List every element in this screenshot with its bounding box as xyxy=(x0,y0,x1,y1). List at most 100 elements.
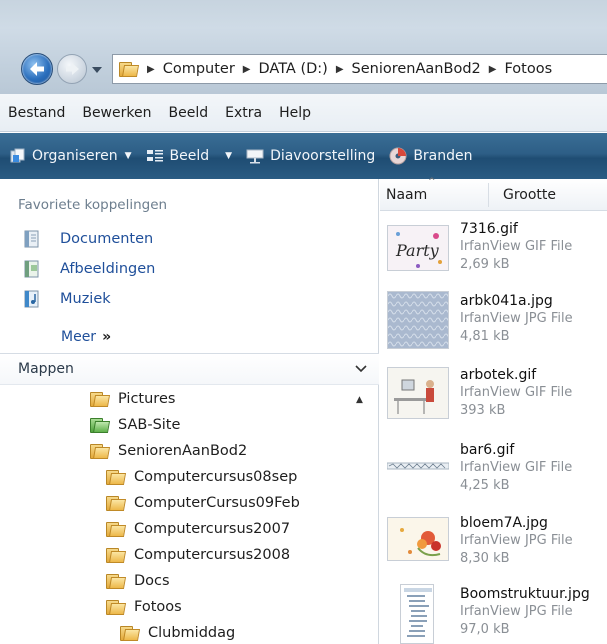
favorite-label: Afbeeldingen xyxy=(60,261,156,277)
breadcrumb-drive[interactable]: DATA (D:) xyxy=(259,61,328,77)
file-size: 4,25 kB xyxy=(460,478,510,493)
column-header-grootte[interactable]: Grootte xyxy=(503,187,556,203)
pictures-icon xyxy=(24,260,40,278)
file-type: IrfanView JPG File xyxy=(460,604,573,619)
tree-item-seniorenaanbod2[interactable]: SeniorenAanBod2 xyxy=(90,443,247,459)
tree-item-computercursus09feb[interactable]: ComputerCursus09Feb xyxy=(106,495,300,511)
tree-item-docs[interactable]: Docs xyxy=(106,573,170,589)
file-item-boomstruktuur[interactable]: Boomstruktuur.jpg IrfanView JPG File 97,… xyxy=(380,584,607,644)
chevron-down-icon[interactable] xyxy=(355,362,367,376)
documents-icon xyxy=(24,230,40,248)
folder-icon xyxy=(106,573,127,589)
favorite-label: Muziek xyxy=(60,291,111,307)
column-divider[interactable] xyxy=(488,183,489,207)
breadcrumb-separator-icon[interactable]: ▶ xyxy=(147,64,155,75)
file-type: IrfanView JPG File xyxy=(460,533,573,548)
folder-icon xyxy=(106,547,127,563)
chevron-down-icon: ▼ xyxy=(124,151,132,161)
menu-beeld[interactable]: Beeld xyxy=(168,105,208,121)
views-icon xyxy=(146,148,164,164)
tree-item-label: Computercursus08sep xyxy=(134,469,298,485)
tree-item-pictures[interactable]: Pictures xyxy=(90,391,175,407)
favorite-documenten[interactable]: Documenten xyxy=(24,230,153,248)
menu-help[interactable]: Help xyxy=(279,105,311,121)
thumbnail-image: Party xyxy=(387,225,449,271)
file-item-arbk041a[interactable]: arbk041a.jpg IrfanView JPG File 4,81 kB xyxy=(380,291,607,363)
tree-item-label: Computercursus2007 xyxy=(134,521,291,537)
file-size: 8,30 kB xyxy=(460,551,510,566)
tree-item-sab-site[interactable]: SAB-Site xyxy=(90,417,180,433)
tree-item-label: ComputerCursus09Feb xyxy=(134,495,300,511)
forward-button[interactable] xyxy=(57,54,87,84)
music-icon xyxy=(24,290,40,308)
folder-icon xyxy=(106,521,127,537)
favorites-header: Favoriete koppelingen xyxy=(18,197,168,213)
menu-bewerken[interactable]: Bewerken xyxy=(82,105,151,121)
tree-item-fotoos[interactable]: Fotoos xyxy=(106,599,182,615)
diavoorstelling-label: Diavoorstelling xyxy=(270,148,376,164)
chevron-down-icon: ▼ xyxy=(225,151,233,161)
breadcrumb-separator-icon[interactable]: ▶ xyxy=(243,64,251,75)
file-type: IrfanView GIF File xyxy=(460,385,573,400)
file-type: IrfanView GIF File xyxy=(460,460,573,475)
thumbnail-image xyxy=(400,584,434,644)
branden-button[interactable]: Branden xyxy=(389,147,473,165)
breadcrumb-separator-icon[interactable]: ▶ xyxy=(336,64,344,75)
double-chevron-right-icon: » xyxy=(102,329,112,345)
folder-icon xyxy=(120,625,141,641)
branden-label: Branden xyxy=(413,148,473,164)
file-item-bar6[interactable]: bar6.gif IrfanView GIF File 4,25 kB xyxy=(380,440,607,512)
file-name: 7316.gif xyxy=(460,221,518,237)
menu-extra[interactable]: Extra xyxy=(225,105,262,121)
address-bar[interactable]: ▶ Computer ▶ DATA (D:) ▶ SeniorenAanBod2… xyxy=(112,54,607,84)
breadcrumb-fotoos[interactable]: Fotoos xyxy=(504,61,552,77)
favorite-afbeeldingen[interactable]: Afbeeldingen xyxy=(24,260,155,278)
file-name: bar6.gif xyxy=(460,442,515,458)
file-type: IrfanView GIF File xyxy=(460,239,573,254)
beeld-label: Beeld xyxy=(169,148,210,164)
tree-item-label: SAB-Site xyxy=(118,417,181,433)
diavoorstelling-button[interactable]: Diavoorstelling xyxy=(246,148,375,164)
file-name: bloem7A.jpg xyxy=(460,515,548,531)
tree-item-computercursus08sep[interactable]: Computercursus08sep xyxy=(106,469,297,485)
file-item-7316[interactable]: Party 7316.gif IrfanView GIF File 2,69 k… xyxy=(380,219,607,291)
tree-item-label: Clubmiddag xyxy=(148,625,236,641)
window-chrome: ▶ Computer ▶ DATA (D:) ▶ SeniorenAanBod2… xyxy=(0,0,607,94)
file-size: 97,0 kB xyxy=(460,622,510,637)
beeld-button[interactable]: Beeld ▼ xyxy=(146,148,233,164)
organize-icon xyxy=(10,148,26,164)
favorites-more-link[interactable]: Meer » xyxy=(61,329,111,345)
folders-header[interactable]: Mappen xyxy=(0,353,379,385)
favorite-muziek[interactable]: Muziek xyxy=(24,290,111,308)
chevron-down-icon xyxy=(92,67,102,73)
recent-pages-dropdown[interactable] xyxy=(90,64,104,76)
favorite-label: Documenten xyxy=(60,231,154,247)
file-item-bloem7a[interactable]: bloem7A.jpg IrfanView JPG File 8,30 kB xyxy=(380,513,607,585)
file-size: 393 kB xyxy=(460,403,506,418)
file-size: 2,69 kB xyxy=(460,257,510,272)
menu-bestand[interactable]: Bestand xyxy=(8,105,65,121)
organiseren-button[interactable]: Organiseren ▼ xyxy=(10,148,132,164)
breadcrumb-seniorenaanbod2[interactable]: SeniorenAanBod2 xyxy=(352,61,481,77)
breadcrumb-separator-icon[interactable]: ▶ xyxy=(489,64,497,75)
tree-item-label: Computercursus2008 xyxy=(134,547,291,563)
sort-ascending-icon: ^ xyxy=(428,177,436,187)
column-header-naam[interactable]: Naam xyxy=(386,187,427,203)
folder-icon xyxy=(106,495,127,511)
breadcrumb-computer[interactable]: Computer xyxy=(163,61,235,77)
tree-item-computercursus2008[interactable]: Computercursus2008 xyxy=(106,547,290,563)
tree-item-label: Fotoos xyxy=(134,599,182,615)
back-arrow-icon xyxy=(30,62,44,76)
tree-item-label: SeniorenAanBod2 xyxy=(118,443,248,459)
file-list-pane: Naam ^ Grootte Party 7316.gif IrfanView … xyxy=(380,177,607,644)
tree-item-computercursus2007[interactable]: Computercursus2007 xyxy=(106,521,290,537)
folder-icon xyxy=(90,443,111,459)
tree-item-clubmiddag[interactable]: Clubmiddag xyxy=(120,625,235,641)
thumbnail-image xyxy=(387,291,449,349)
file-item-arbotek[interactable]: arbotek.gif IrfanView GIF File 393 kB xyxy=(380,365,607,437)
scroll-up-arrow-icon[interactable]: ▲ xyxy=(356,395,363,405)
forward-arrow-icon xyxy=(66,63,79,75)
folders-title: Mappen xyxy=(18,361,74,377)
back-button[interactable] xyxy=(21,53,53,85)
file-name: arbotek.gif xyxy=(460,367,537,383)
